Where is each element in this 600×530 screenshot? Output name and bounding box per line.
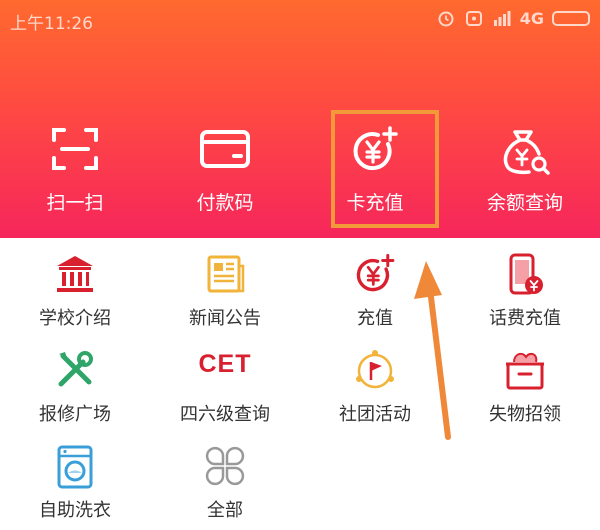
service-label: 自助洗衣 bbox=[39, 500, 111, 521]
service-label: 全部 bbox=[207, 500, 243, 521]
service-phone-recharge[interactable]: 话费充值 bbox=[450, 238, 600, 334]
card-icon bbox=[200, 130, 250, 168]
status-bar: 上午11:26 4G bbox=[0, 0, 600, 36]
service-label: 报修广场 bbox=[39, 404, 111, 425]
signal-icon bbox=[493, 11, 511, 26]
status-time: 上午11:26 bbox=[10, 14, 93, 34]
service-cet-query[interactable]: CET 四六级查询 bbox=[150, 334, 300, 430]
pointer-arrow bbox=[414, 261, 451, 440]
scan-icon bbox=[52, 128, 98, 170]
service-label: 学校介绍 bbox=[39, 308, 111, 329]
service-school-intro[interactable]: 学校介绍 bbox=[0, 238, 150, 334]
quick-action-label: 扫一扫 bbox=[46, 192, 104, 214]
news-icon bbox=[207, 255, 245, 293]
network-type: 4G bbox=[519, 8, 544, 28]
cet-icon: CET bbox=[198, 350, 252, 378]
quick-action-balance-query[interactable]: 余额查询 bbox=[450, 108, 600, 228]
quick-actions: 扫一扫 付款码 卡充值 余额查询 bbox=[0, 108, 600, 228]
clock-icon bbox=[465, 11, 482, 26]
yuan-plus-icon bbox=[356, 253, 395, 292]
lost-box-icon bbox=[506, 352, 544, 390]
flag-circle-icon bbox=[356, 350, 394, 389]
service-lost-found[interactable]: 失物招领 bbox=[450, 334, 600, 430]
quick-action-label: 付款码 bbox=[196, 192, 254, 214]
money-bag-search-icon bbox=[503, 130, 550, 175]
quick-action-scan[interactable]: 扫一扫 bbox=[0, 108, 150, 228]
service-label: 失物招领 bbox=[489, 404, 561, 425]
service-self-laundry[interactable]: 自助洗衣 bbox=[0, 430, 150, 526]
battery-icon bbox=[552, 10, 590, 26]
service-repair[interactable]: 报修广场 bbox=[0, 334, 150, 430]
service-grid: 学校介绍 新闻公告 充值 话费充值 报修广场 CET 四六级查询 社团活动 失物… bbox=[0, 238, 600, 530]
phone-yuan-icon bbox=[509, 253, 543, 295]
quick-action-pay-code[interactable]: 付款码 bbox=[150, 108, 300, 228]
service-all[interactable]: 全部 bbox=[150, 430, 300, 526]
service-news[interactable]: 新闻公告 bbox=[150, 238, 300, 334]
school-icon bbox=[57, 256, 93, 292]
service-label: 话费充值 bbox=[489, 308, 561, 329]
alarm-icon bbox=[438, 11, 454, 27]
all-grid-icon bbox=[205, 446, 245, 486]
quick-action-label: 余额查询 bbox=[486, 192, 563, 214]
service-label: 新闻公告 bbox=[189, 308, 261, 329]
highlight-box bbox=[331, 110, 439, 228]
service-label: 四六级查询 bbox=[180, 404, 270, 425]
washing-machine-icon bbox=[57, 445, 93, 489]
tools-icon bbox=[58, 351, 93, 387]
